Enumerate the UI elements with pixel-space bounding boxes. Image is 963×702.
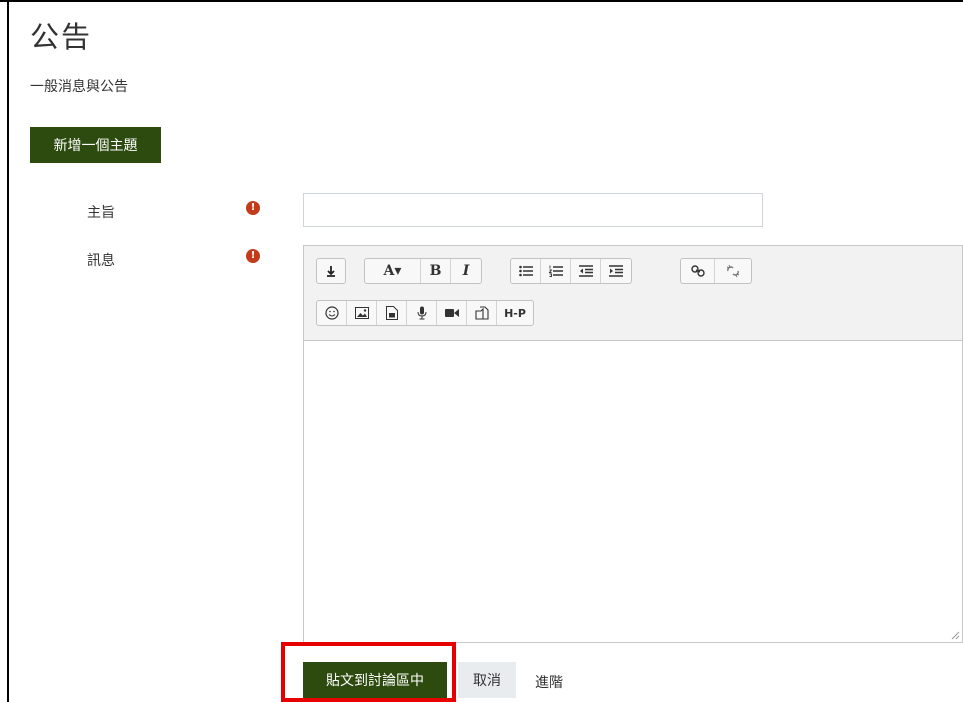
collapse-toolbar-icon[interactable] (317, 259, 345, 283)
advanced-link[interactable]: 進階 (535, 672, 563, 692)
toolbar-group-links (680, 258, 752, 284)
toolbar-group-collapse (316, 258, 346, 284)
toolbar-group-insert: H-P (316, 300, 534, 326)
frame-top-border (0, 0, 963, 2)
font-style-icon[interactable]: A▾ (365, 259, 421, 283)
frame-left-border (7, 0, 9, 702)
bold-icon[interactable]: B (421, 259, 451, 283)
annotation-highlight (281, 642, 456, 702)
page-title: 公告 (30, 20, 93, 54)
toolbar-group-lists (510, 258, 632, 284)
required-icon: ! (246, 201, 260, 215)
forum-description: 一般消息與公告 (30, 79, 128, 95)
media-icon[interactable] (377, 301, 407, 325)
emoji-icon[interactable] (317, 301, 347, 325)
outdent-icon[interactable] (571, 259, 601, 283)
resize-grip-icon[interactable] (950, 630, 960, 640)
editor-toolbar: A▾ B I H-P (304, 246, 962, 341)
add-new-topic-button[interactable]: 新增一個主題 (30, 127, 161, 163)
message-label: 訊息 (87, 253, 115, 269)
required-icon: ! (246, 249, 260, 263)
italic-icon[interactable]: I (451, 259, 481, 283)
message-editor: A▾ B I H-P (303, 245, 963, 643)
link-icon[interactable] (681, 259, 715, 283)
subject-label: 主旨 (87, 205, 115, 221)
manage-files-icon[interactable] (467, 301, 497, 325)
subject-input[interactable] (303, 193, 763, 227)
record-video-icon[interactable] (437, 301, 467, 325)
h5p-icon[interactable]: H-P (497, 301, 533, 325)
message-editor-content[interactable] (304, 341, 962, 642)
record-audio-icon[interactable] (407, 301, 437, 325)
toolbar-group-text: A▾ B I (364, 258, 482, 284)
ordered-list-icon[interactable] (541, 259, 571, 283)
unordered-list-icon[interactable] (511, 259, 541, 283)
indent-icon[interactable] (601, 259, 631, 283)
image-icon[interactable] (347, 301, 377, 325)
cancel-button[interactable]: 取消 (458, 662, 516, 698)
unlink-icon[interactable] (715, 259, 751, 283)
